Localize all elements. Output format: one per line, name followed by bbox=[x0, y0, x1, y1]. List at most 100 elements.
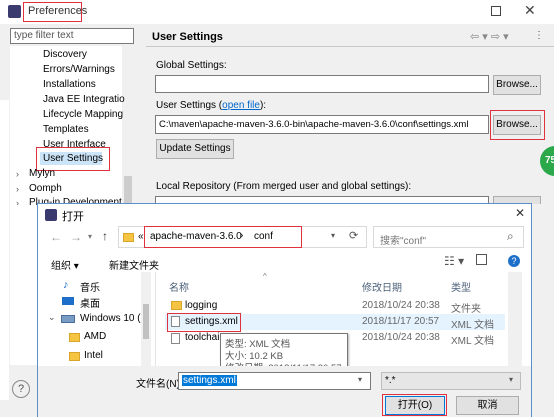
nav-item-drive[interactable]: Windows 10 (C bbox=[80, 313, 148, 324]
sort-icon: ^ bbox=[263, 272, 267, 281]
forward-arrow-icon[interactable]: → bbox=[70, 230, 82, 244]
back-arrow-icon[interactable]: ← bbox=[50, 230, 62, 244]
dialog-title: 打开 bbox=[62, 211, 84, 223]
filename-value: settings.xml bbox=[182, 375, 237, 386]
close-icon[interactable]: ✕ bbox=[524, 2, 536, 19]
col-separator bbox=[155, 272, 156, 372]
green-badge: 75 bbox=[540, 146, 554, 176]
organize-button[interactable]: 组织 ▾ bbox=[51, 257, 79, 272]
new-folder-button[interactable]: 新建文件夹 bbox=[109, 257, 159, 272]
user-settings-label-prefix: User Settings ( bbox=[156, 100, 223, 111]
open-file-dialog: 打开 ✕ ← → ▾ ↑ « apache-maven-3.6.0 › conf… bbox=[37, 203, 532, 417]
col-name[interactable]: 名称 bbox=[169, 279, 189, 294]
path-highlight bbox=[144, 226, 302, 248]
view-icon[interactable]: ☷ ▾ bbox=[444, 254, 464, 268]
search-icon[interactable]: ⌕ bbox=[507, 229, 514, 244]
filter-select[interactable]: *.* ▾ bbox=[381, 372, 521, 390]
nav-scrollbar[interactable] bbox=[141, 272, 151, 372]
nav-item-intel[interactable]: Intel bbox=[84, 350, 103, 361]
desktop-icon bbox=[62, 297, 74, 305]
left-edge-letters bbox=[0, 100, 9, 400]
user-browse-button[interactable]: Browse... bbox=[493, 115, 541, 135]
page-separator bbox=[146, 46, 554, 47]
list-scrollbar[interactable] bbox=[508, 272, 522, 372]
filter-value: *.* bbox=[385, 375, 396, 386]
eclipse-icon bbox=[8, 5, 21, 18]
intel-folder-icon bbox=[69, 352, 80, 361]
nav-item-desktop[interactable]: 桌面 bbox=[80, 295, 100, 310]
address-folder-icon bbox=[123, 233, 134, 242]
background-tree-strip bbox=[10, 205, 37, 365]
path-prefix: « bbox=[138, 231, 144, 242]
tree-item-user-settings[interactable]: User Settings bbox=[43, 153, 103, 164]
file-date-toolchains: 2018/10/24 20:38 bbox=[362, 332, 440, 343]
file-name-settings[interactable]: settings.xml bbox=[185, 316, 238, 327]
dropdown-icon[interactable]: ▾ bbox=[88, 232, 92, 241]
tree-item-lifecycle[interactable]: Lifecycle Mapping bbox=[43, 109, 123, 120]
tree-item-errors[interactable]: Errors/Warnings bbox=[43, 64, 115, 75]
tree-item-installations[interactable]: Installations bbox=[43, 79, 96, 90]
user-settings-label-suffix: ): bbox=[259, 100, 267, 111]
filter-input[interactable]: type filter text bbox=[10, 28, 134, 44]
file-name-toolchains[interactable]: toolchai bbox=[185, 332, 219, 343]
chevron-right-icon[interactable]: › bbox=[16, 184, 19, 194]
file-type-logging: 文件夹 bbox=[451, 304, 481, 315]
pane-icon[interactable] bbox=[476, 254, 487, 265]
file-date-settings: 2018/11/17 20:57 bbox=[362, 316, 440, 327]
col-type[interactable]: 类型 bbox=[451, 279, 471, 294]
cancel-button[interactable]: 取消 bbox=[456, 396, 519, 415]
tree-root-oomph[interactable]: Oomph bbox=[29, 183, 62, 194]
open-file-link[interactable]: open file bbox=[222, 100, 260, 111]
user-settings-label: User Settings (open file): bbox=[156, 100, 266, 111]
file-type-settings: XML 文档 bbox=[451, 320, 494, 331]
nav-item-amd[interactable]: AMD bbox=[84, 331, 106, 342]
maximize-icon[interactable] bbox=[491, 6, 501, 16]
col-date[interactable]: 修改日期 bbox=[362, 279, 402, 294]
refresh-icon[interactable]: ⟳ bbox=[349, 229, 358, 242]
xml-file-icon bbox=[171, 333, 180, 344]
dialog-icon bbox=[45, 209, 57, 221]
nav-back-icon[interactable]: ⇦ ▾ ⇨ ▾ bbox=[470, 30, 509, 43]
search-input[interactable]: 搜索"conf" ⌕ bbox=[373, 226, 524, 248]
tree-root-mylyn[interactable]: Mylyn bbox=[29, 168, 55, 179]
nav-scroll-thumb[interactable] bbox=[143, 304, 149, 339]
global-settings-label: Global Settings: bbox=[156, 60, 227, 71]
logging-folder-icon bbox=[171, 301, 182, 310]
nav-item-music[interactable]: 音乐 bbox=[80, 279, 100, 294]
user-settings-input[interactable]: C:\maven\apache-maven-3.6.0-bin\apache-m… bbox=[155, 115, 489, 134]
filename-input[interactable]: settings.xml ▾ bbox=[178, 372, 371, 390]
xml-file-icon bbox=[171, 316, 180, 327]
tree-item-discovery[interactable]: Discovery bbox=[43, 49, 87, 60]
page-title: User Settings bbox=[152, 31, 223, 43]
music-icon: ♪ bbox=[63, 279, 69, 291]
file-date-logging: 2018/10/24 20:38 bbox=[362, 300, 440, 311]
dialog-close-icon[interactable]: ✕ bbox=[515, 206, 525, 220]
search-placeholder: 搜索"conf" bbox=[380, 236, 427, 247]
update-settings-button[interactable]: Update Settings bbox=[156, 139, 234, 159]
file-type-toolchains: XML 文档 bbox=[451, 336, 494, 347]
global-settings-input[interactable] bbox=[155, 75, 489, 93]
filename-label: 文件名(N): bbox=[136, 379, 183, 390]
address-dropdown-icon[interactable]: ▾ bbox=[331, 231, 335, 240]
badge-text: 75 bbox=[545, 155, 554, 166]
chevron-right-icon[interactable]: › bbox=[16, 169, 19, 179]
menu-icon[interactable]: ⋮ bbox=[534, 30, 544, 41]
global-browse-button[interactable]: Browse... bbox=[493, 75, 541, 95]
drive-icon bbox=[61, 315, 75, 323]
filter-placeholder: type filter text bbox=[14, 30, 74, 41]
title-bar: Preferences ✕ bbox=[0, 0, 554, 24]
tree-item-templates[interactable]: Templates bbox=[43, 124, 89, 135]
help-icon[interactable]: ? bbox=[12, 380, 30, 398]
expand-icon[interactable]: ⌄ bbox=[48, 312, 56, 323]
help-circle-icon[interactable]: ? bbox=[508, 255, 520, 267]
filename-dropdown-icon[interactable]: ▾ bbox=[358, 375, 362, 384]
tree-item-javaee[interactable]: Java EE Integratio bbox=[43, 94, 125, 105]
file-name-logging[interactable]: logging bbox=[185, 300, 217, 311]
user-settings-value: C:\maven\apache-maven-3.6.0-bin\apache-m… bbox=[159, 119, 469, 130]
window-title: Preferences bbox=[28, 5, 88, 17]
amd-folder-icon bbox=[69, 333, 80, 342]
filter-dropdown-icon[interactable]: ▾ bbox=[509, 375, 513, 384]
up-arrow-icon[interactable]: ↑ bbox=[102, 229, 108, 243]
open-button[interactable]: 打开(O) bbox=[385, 396, 445, 415]
local-repo-label: Local Repository (From merged user and g… bbox=[156, 181, 412, 192]
